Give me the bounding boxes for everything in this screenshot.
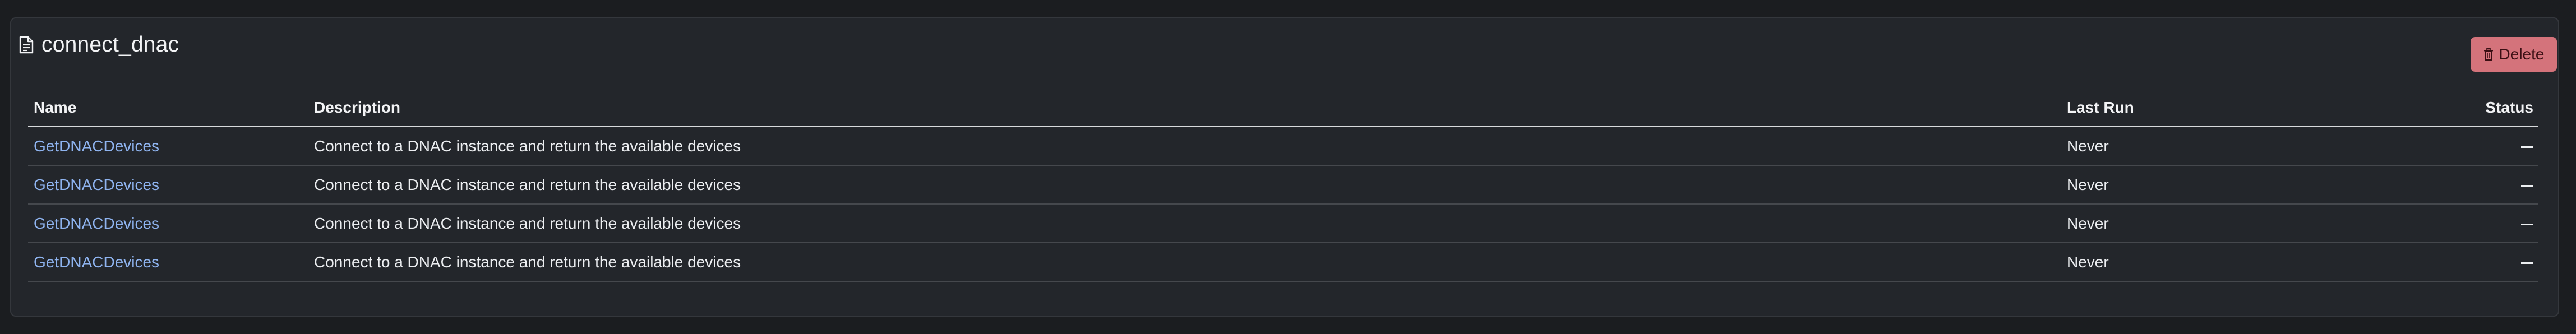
status-cell [2347, 165, 2538, 205]
description-cell: Connect to a DNAC instance and return th… [308, 243, 2061, 282]
action-name-link[interactable]: GetDNACDevices [34, 176, 159, 193]
name-cell: GetDNACDevices [28, 126, 308, 166]
last-run-cell: Never [2061, 165, 2347, 205]
action-name-link[interactable]: GetDNACDevices [34, 215, 159, 232]
card-header: connect_dnac Delete [19, 20, 2557, 72]
description-cell: Connect to a DNAC instance and return th… [308, 165, 2061, 205]
status-cell [2347, 126, 2538, 166]
file-icon [19, 36, 34, 54]
status-dash [2521, 223, 2533, 225]
table-row: GetDNACDevices Connect to a DNAC instanc… [28, 165, 2538, 205]
column-header-status[interactable]: Status [2347, 90, 2538, 127]
table-header: Name Description Last Run Status [28, 90, 2538, 127]
page-title: connect_dnac [41, 33, 179, 57]
action-name-link[interactable]: GetDNACDevices [34, 253, 159, 271]
table-body: GetDNACDevices Connect to a DNAC instanc… [28, 126, 2538, 282]
description-cell: Connect to a DNAC instance and return th… [308, 126, 2061, 166]
table-row: GetDNACDevices Connect to a DNAC instanc… [28, 204, 2538, 243]
last-run-cell: Never [2061, 243, 2347, 282]
status-dash [2521, 184, 2533, 187]
status-cell [2347, 243, 2538, 282]
delete-button[interactable]: Delete [2471, 37, 2557, 72]
table-row: GetDNACDevices Connect to a DNAC instanc… [28, 126, 2538, 166]
delete-button-label: Delete [2499, 45, 2545, 63]
last-run-cell: Never [2061, 126, 2347, 166]
column-header-name[interactable]: Name [28, 90, 308, 127]
action-name-link[interactable]: GetDNACDevices [34, 137, 159, 155]
actions-table: Name Description Last Run Status GetDNAC… [28, 90, 2538, 282]
name-cell: GetDNACDevices [28, 204, 308, 243]
column-header-last-run[interactable]: Last Run [2061, 90, 2347, 127]
status-dash [2521, 146, 2533, 148]
trash-icon [2483, 48, 2493, 61]
last-run-cell: Never [2061, 204, 2347, 243]
table-row: GetDNACDevices Connect to a DNAC instanc… [28, 243, 2538, 282]
status-cell [2347, 204, 2538, 243]
name-cell: GetDNACDevices [28, 243, 308, 282]
column-header-description[interactable]: Description [308, 90, 2061, 127]
title-group: connect_dnac [19, 33, 179, 57]
description-cell: Connect to a DNAC instance and return th… [308, 204, 2061, 243]
table-header-row: Name Description Last Run Status [28, 90, 2538, 127]
status-dash [2521, 262, 2533, 264]
name-cell: GetDNACDevices [28, 165, 308, 205]
